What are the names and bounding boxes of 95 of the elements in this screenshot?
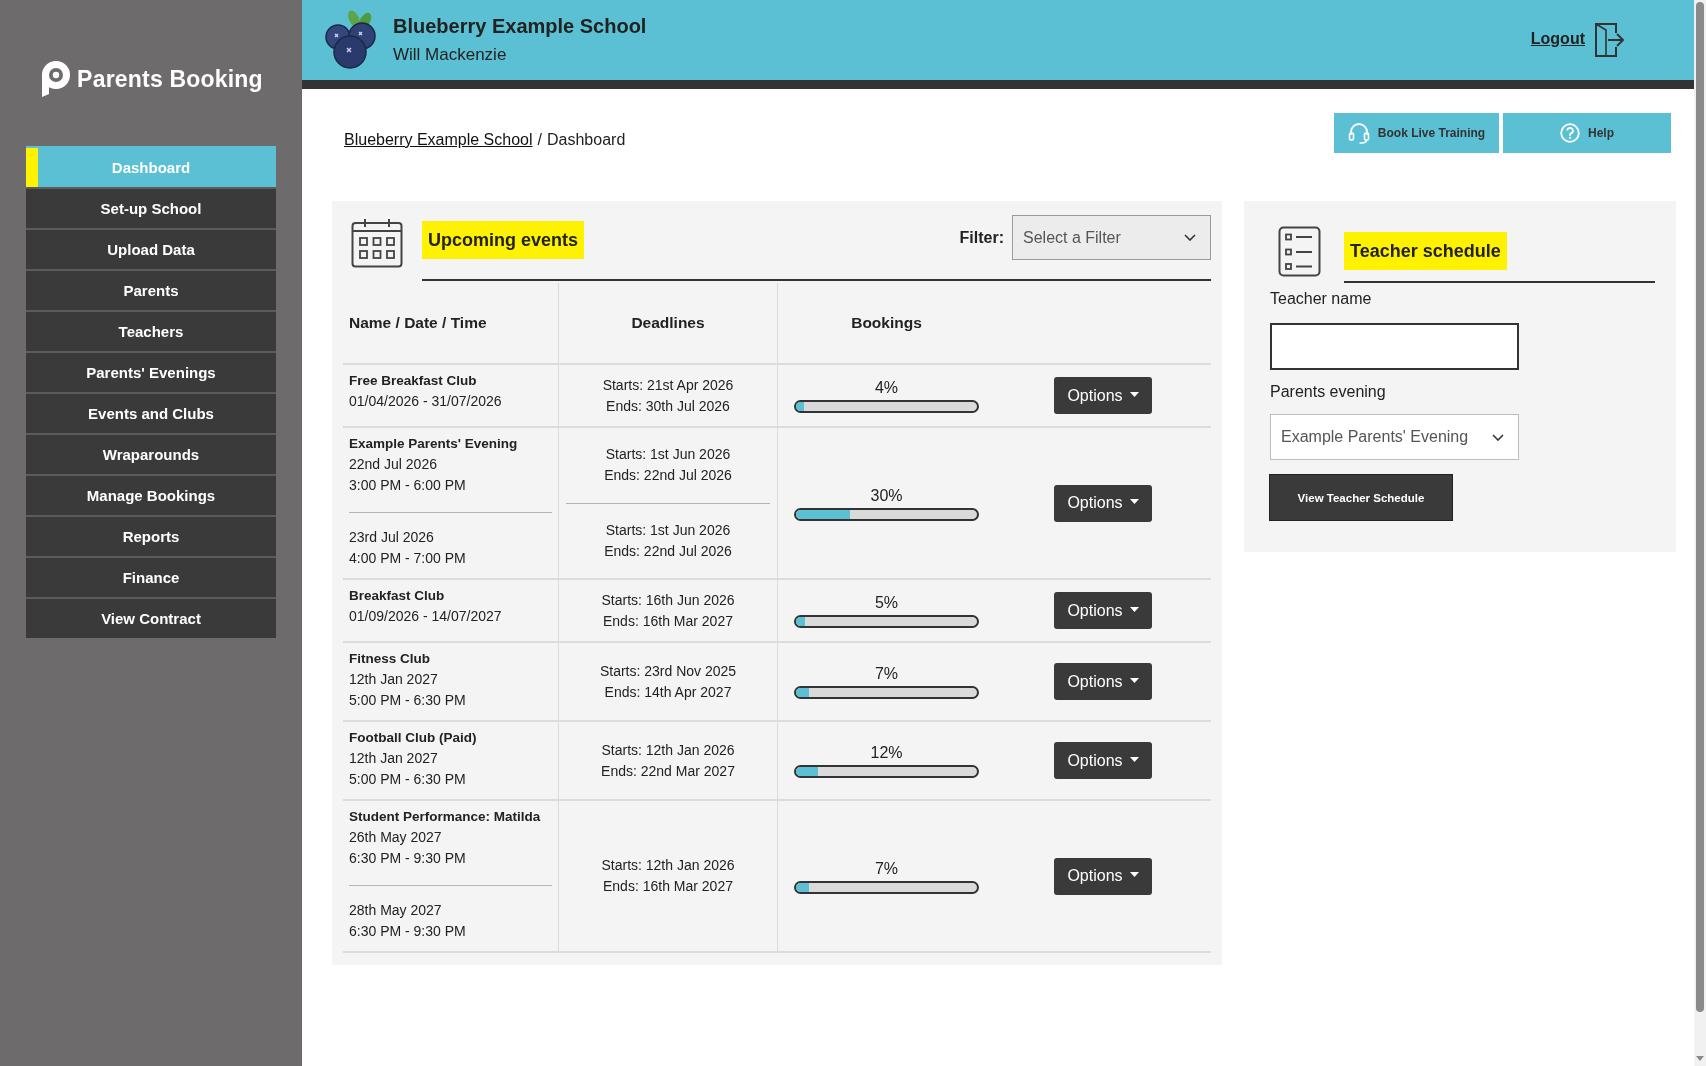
column-header: Bookings bbox=[851, 314, 922, 332]
calendar-icon bbox=[351, 218, 403, 268]
event-date-line: 5:00 PM - 6:30 PM bbox=[349, 691, 467, 710]
event-date-line: 28th May 2027 bbox=[349, 901, 443, 920]
input-field[interactable] bbox=[1270, 323, 1519, 370]
nav-item[interactable]: View Contract bbox=[26, 597, 276, 638]
deadline-line: Starts: 12th Jan 2026 bbox=[601, 856, 735, 875]
column-header: Name / Date / Time bbox=[349, 314, 487, 332]
deadline-line: Starts: 1st Jun 2026 bbox=[605, 445, 731, 465]
event-name: Fitness Club bbox=[349, 650, 431, 668]
filter-label: Filter: bbox=[959, 228, 1004, 248]
event-date-line: 6:30 PM - 9:30 PM bbox=[349, 849, 467, 868]
logo-icon bbox=[39, 60, 72, 98]
nav-item[interactable]: Parents bbox=[26, 269, 276, 310]
booking-percent: 4% bbox=[874, 378, 899, 398]
deadline-line: Ends: 30th Jul 2026 bbox=[606, 396, 730, 416]
help-button[interactable]: Help bbox=[1503, 113, 1671, 153]
school-name: Blueberry Example School bbox=[393, 14, 647, 39]
nav-item[interactable]: Reports bbox=[26, 515, 276, 556]
section-title: Teacher schedule bbox=[1344, 232, 1507, 270]
breadcrumb-link[interactable]: Blueberry Example School bbox=[344, 129, 533, 151]
nav-item[interactable]: Parents' Evenings bbox=[26, 351, 276, 392]
nav-item[interactable]: Wraparounds bbox=[26, 433, 276, 474]
nav-item[interactable]: Upload Data bbox=[26, 228, 276, 269]
event-name: Breakfast Club bbox=[349, 587, 446, 605]
options-button[interactable]: Options bbox=[1054, 742, 1152, 779]
nav-item[interactable]: Teachers bbox=[26, 310, 276, 351]
event-date-line: 26th May 2027 bbox=[349, 828, 443, 847]
field-label: Teacher name bbox=[1270, 289, 1372, 309]
deadline-line: Ends: 16th Mar 2027 bbox=[603, 877, 733, 896]
field-label: Parents evening bbox=[1270, 382, 1386, 402]
event-date-line: 6:30 PM - 9:30 PM bbox=[349, 922, 467, 941]
brand-name: Parents Booking bbox=[77, 65, 263, 93]
booking-percent: 5% bbox=[874, 593, 899, 613]
user-name: Will Mackenzie bbox=[393, 44, 508, 66]
chevron-down-icon bbox=[1492, 433, 1504, 441]
deadline-line: Starts: 23rd Nov 2025 bbox=[599, 661, 737, 681]
deadline-line: Starts: 12th Jan 2026 bbox=[601, 740, 735, 760]
options-button[interactable]: Options bbox=[1054, 857, 1152, 895]
berries-logo-icon bbox=[323, 10, 379, 70]
event-name: Example Parents' Evening bbox=[349, 435, 519, 453]
deadline-line: Ends: 22nd Jul 2026 bbox=[604, 466, 732, 486]
help-icon bbox=[1560, 123, 1580, 143]
nav-item[interactable]: Set-up School bbox=[26, 187, 276, 228]
deadline-line: Ends: 16th Mar 2027 bbox=[603, 611, 733, 631]
section-title: Upcoming events bbox=[422, 221, 585, 259]
event-date-line: 12th Jan 2027 bbox=[349, 749, 439, 768]
logout-link[interactable]: Logout bbox=[1530, 30, 1585, 48]
nav-item[interactable]: Events and Clubs bbox=[26, 392, 276, 433]
event-date-line: 01/09/2026 - 14/07/2027 bbox=[349, 607, 503, 626]
booking-percent: 7% bbox=[874, 664, 899, 684]
view-schedule-button[interactable]: View Teacher Schedule bbox=[1269, 474, 1453, 521]
event-name: Free Breakfast Club bbox=[349, 372, 478, 390]
event-date-line: 12th Jan 2027 bbox=[349, 670, 439, 689]
chevron-down-icon bbox=[1184, 234, 1196, 241]
checklist-icon bbox=[1278, 226, 1321, 277]
caret-icon bbox=[1129, 499, 1139, 504]
caret-icon bbox=[1129, 756, 1139, 762]
deadline-line: Ends: 22nd Mar 2027 bbox=[601, 761, 735, 781]
event-date-line: 3:00 PM - 6:00 PM bbox=[349, 476, 467, 495]
options-button[interactable]: Options bbox=[1054, 484, 1152, 522]
breadcrumb-separator: / bbox=[537, 130, 542, 150]
event-date-line: 5:00 PM - 6:30 PM bbox=[349, 770, 467, 789]
deadline-line: Ends: 22nd Jul 2026 bbox=[604, 541, 732, 561]
deadline-line: Ends: 14th Apr 2027 bbox=[604, 682, 732, 702]
caret-icon bbox=[1129, 677, 1139, 683]
booking-percent: 30% bbox=[870, 485, 903, 506]
options-button[interactable]: Options bbox=[1054, 592, 1152, 629]
logout-icon[interactable] bbox=[1594, 22, 1625, 58]
caret-icon bbox=[1129, 391, 1139, 397]
training-button[interactable]: Book Live Training bbox=[1334, 113, 1499, 153]
booking-percent: 7% bbox=[874, 858, 899, 879]
caret-icon bbox=[1129, 872, 1139, 877]
options-button[interactable]: Options bbox=[1054, 663, 1152, 700]
deadline-line: Starts: 1st Jun 2026 bbox=[605, 520, 731, 540]
event-name: Student Performance: Matilda bbox=[349, 808, 542, 826]
nav-item[interactable]: Finance bbox=[26, 556, 276, 597]
column-header: Deadlines bbox=[631, 314, 705, 332]
event-date-line: 01/04/2026 - 31/07/2026 bbox=[349, 392, 503, 411]
nav-item[interactable]: Manage Bookings bbox=[26, 474, 276, 515]
event-date-line: 22nd Jul 2026 bbox=[349, 455, 438, 474]
deadline-line: Starts: 16th Jun 2026 bbox=[601, 590, 735, 610]
scroll-down-icon[interactable] bbox=[1696, 1056, 1704, 1061]
event-date-line: 4:00 PM - 7:00 PM bbox=[349, 549, 467, 568]
options-button[interactable]: Options bbox=[1054, 377, 1152, 414]
scrollbar-thumb[interactable] bbox=[1696, 2, 1704, 1012]
caret-icon bbox=[1129, 606, 1139, 612]
filter-dropdown[interactable]: Select a Filter bbox=[1012, 215, 1211, 260]
booking-percent: 12% bbox=[870, 743, 903, 763]
deadline-line: Starts: 21st Apr 2026 bbox=[602, 375, 734, 395]
dropdown-field[interactable]: Example Parents' Evening bbox=[1270, 414, 1519, 460]
headset-icon bbox=[1347, 122, 1370, 144]
breadcrumb-current: Dashboard bbox=[547, 130, 626, 150]
event-name: Football Club (Paid) bbox=[349, 729, 478, 747]
event-date-line: 23rd Jul 2026 bbox=[349, 528, 435, 547]
